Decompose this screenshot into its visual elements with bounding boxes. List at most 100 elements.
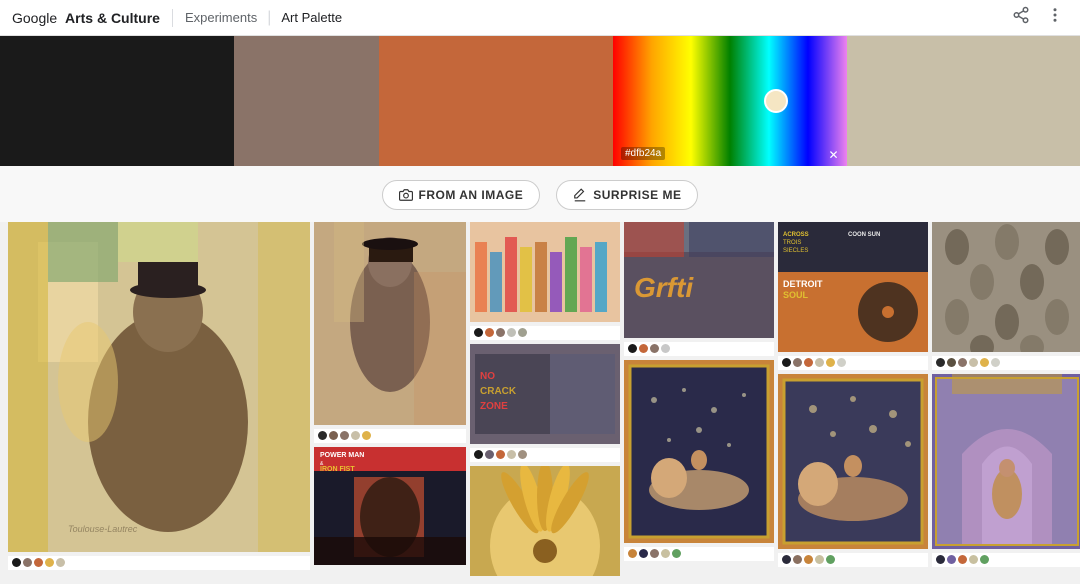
artwork-1-svg: Toulouse-Lautrec (8, 222, 310, 552)
svg-text:Toulouse-Lautrec: Toulouse-Lautrec (68, 524, 138, 534)
color-dot (815, 358, 824, 367)
color-dot (826, 555, 835, 564)
color-dot (793, 358, 802, 367)
svg-text:CRACK: CRACK (480, 386, 517, 397)
color-dot (980, 358, 989, 367)
color-dot (507, 328, 516, 337)
svg-text:NO: NO (480, 371, 495, 382)
nav-art-palette[interactable]: Art Palette (281, 10, 342, 25)
artwork-2-svg (314, 222, 466, 425)
dots-row-3 (470, 326, 620, 340)
color-dot (507, 450, 516, 459)
dots-row-no-crack (470, 448, 620, 462)
color-dot (351, 431, 360, 440)
palette-bar: #dfb24a ✕ (0, 36, 1080, 166)
color-dot (958, 555, 967, 564)
dots-row-textile (932, 356, 1080, 370)
header-actions (1008, 2, 1068, 33)
color-dot (23, 558, 32, 567)
camera-icon (399, 188, 413, 202)
gallery-col-4: Grfti (624, 222, 774, 580)
gallery-col-1: Toulouse-Lautrec (8, 222, 310, 580)
color-dot (826, 358, 835, 367)
color-dot (474, 328, 483, 337)
color-dot (661, 344, 670, 353)
gallery-item-3[interactable] (470, 222, 620, 322)
more-icon (1046, 6, 1064, 24)
header: Google Arts & Culture Experiments | Art … (0, 0, 1080, 36)
svg-text:TROIS: TROIS (783, 240, 801, 246)
gallery-item-miniature[interactable] (624, 360, 774, 543)
gallery-item-2[interactable] (314, 222, 466, 425)
dots-row-album (778, 356, 928, 370)
color-dot (639, 344, 648, 353)
gallery-item-miniature-2[interactable] (778, 374, 928, 549)
swatch-taupe[interactable] (234, 36, 380, 166)
color-dot (340, 431, 349, 440)
color-dot (639, 549, 648, 558)
color-dot (34, 558, 43, 567)
color-dot (650, 549, 659, 558)
more-button[interactable] (1042, 2, 1068, 33)
color-dot (474, 450, 483, 459)
color-dot (837, 358, 846, 367)
artwork-miniature-2-svg (778, 374, 928, 549)
logo: Google Arts & Culture (12, 10, 160, 26)
gallery-item-1[interactable]: Toulouse-Lautrec (8, 222, 310, 552)
gallery-item-power-man[interactable]: POWER MAN & IRON FIST (314, 447, 466, 565)
svg-text:ZONE: ZONE (480, 401, 508, 412)
color-dot (991, 358, 1000, 367)
svg-text:POWER MAN: POWER MAN (320, 452, 364, 459)
swatch-rainbow[interactable]: #dfb24a ✕ (613, 36, 847, 166)
color-dot (936, 555, 945, 564)
color-dot (318, 431, 327, 440)
surprise-icon (573, 188, 587, 202)
color-dot (628, 549, 637, 558)
from-image-button[interactable]: FROM AN IMAGE (382, 180, 541, 210)
svg-text:IRON FIST: IRON FIST (320, 466, 355, 473)
surprise-me-label: SURPRISE ME (593, 188, 681, 202)
surprise-me-button[interactable]: SURPRISE ME (556, 180, 698, 210)
color-picker-circle[interactable] (764, 89, 788, 113)
gallery-item-textile[interactable] (932, 222, 1080, 352)
gallery-item-album[interactable]: ACROSS TROIS SIECLES COON SUN DETROIT SO… (778, 222, 928, 352)
color-dot (496, 450, 505, 459)
artwork-graffiti-svg: Grfti (624, 222, 774, 338)
color-dot (485, 328, 494, 337)
color-dot (362, 431, 371, 440)
artwork-fan-svg (470, 466, 620, 576)
gallery-item-graffiti[interactable]: Grfti (624, 222, 774, 338)
color-dot (628, 344, 637, 353)
dots-row-2 (314, 429, 466, 443)
swatch-orange[interactable] (379, 36, 613, 166)
color-dot (958, 358, 967, 367)
artwork-album-svg: ACROSS TROIS SIECLES COON SUN DETROIT SO… (778, 222, 928, 352)
swatch-delete-btn[interactable]: ✕ (828, 148, 838, 162)
color-dot (650, 344, 659, 353)
gallery-item-fan[interactable] (470, 466, 620, 576)
from-image-label: FROM AN IMAGE (419, 188, 524, 202)
artwork-3-svg (470, 222, 620, 322)
artwork-miniature-svg (624, 360, 774, 543)
gallery-item-no-crack[interactable]: NO CRACK ZONE (470, 344, 620, 444)
dots-row-miniature-2 (778, 553, 928, 567)
color-dot (12, 558, 21, 567)
swatch-hex-label: #dfb24a (621, 147, 665, 160)
color-dot (496, 328, 505, 337)
swatch-sand[interactable] (847, 36, 1080, 166)
artwork-textile-svg (932, 222, 1080, 352)
color-dot (936, 358, 945, 367)
dots-row-mughal (932, 553, 1080, 567)
svg-text:Grfti: Grfti (634, 272, 694, 303)
gallery-grid: Toulouse-Lautrec (8, 222, 1072, 580)
gallery-item-mughal[interactable] (932, 374, 1080, 549)
nav-experiments[interactable]: Experiments (185, 10, 257, 25)
gallery-col-6 (932, 222, 1080, 580)
artwork-power-man-svg: POWER MAN & IRON FIST (314, 447, 466, 565)
color-dot (518, 328, 527, 337)
dots-row-miniature (624, 547, 774, 561)
share-button[interactable] (1008, 2, 1034, 33)
color-dot (518, 450, 527, 459)
swatch-black[interactable] (0, 36, 234, 166)
gallery-col-5: ACROSS TROIS SIECLES COON SUN DETROIT SO… (778, 222, 928, 580)
